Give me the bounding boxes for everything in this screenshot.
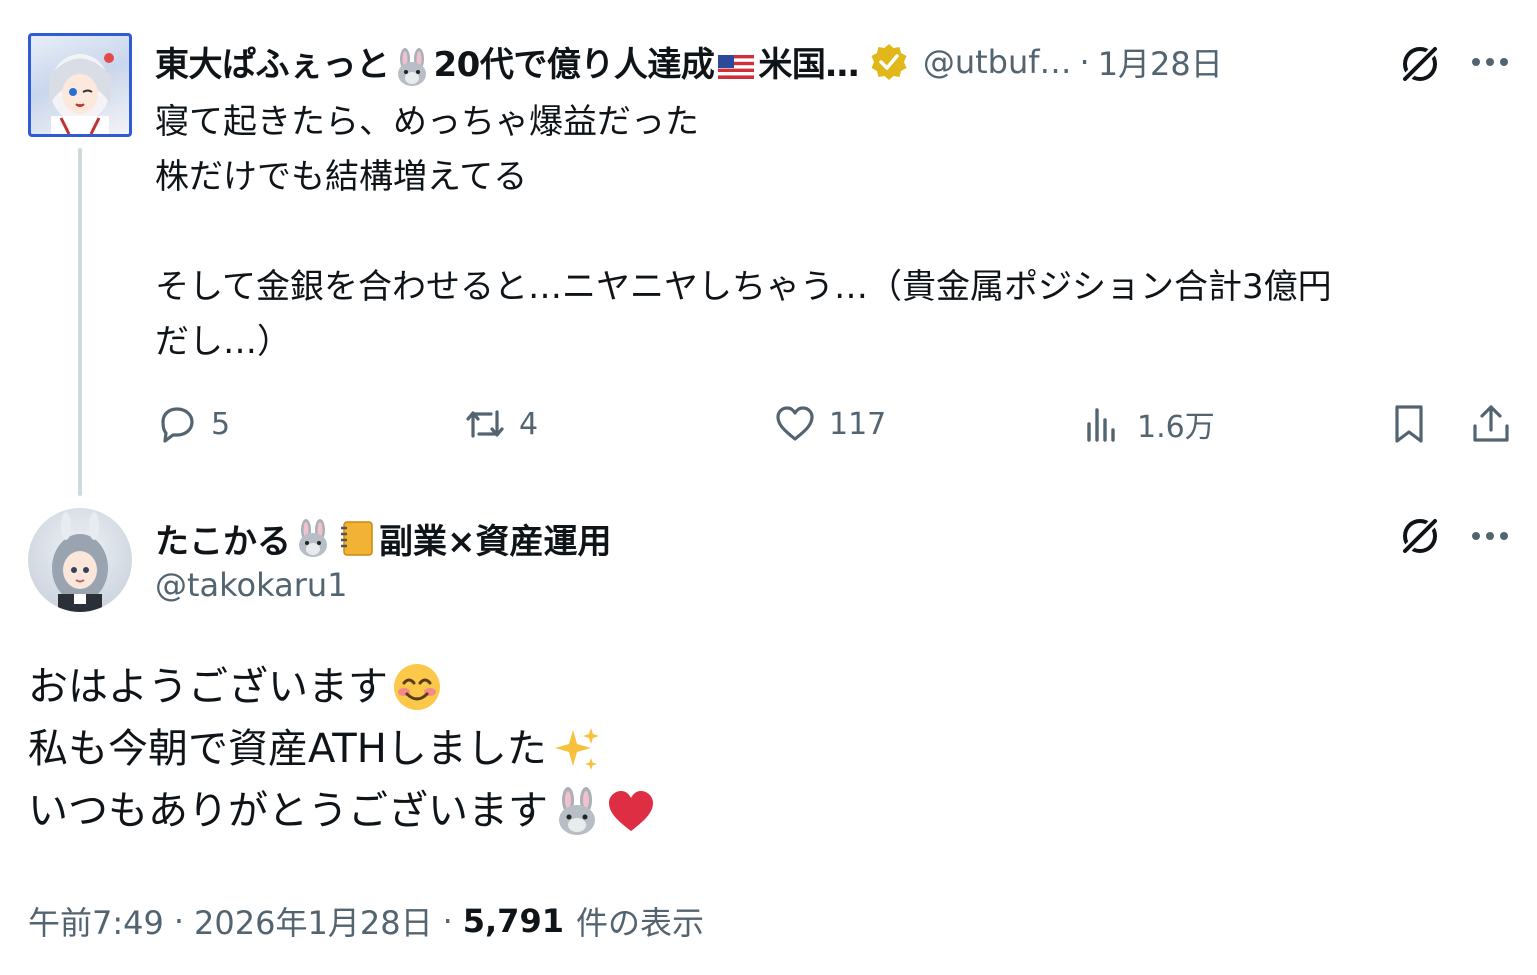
views-action[interactable]: 1.6万 — [1081, 398, 1215, 450]
reply-meta: 午前7:49 · 2026年1月28日 · 5,791 件の表示 — [28, 895, 704, 947]
red-heart-emoji-icon — [609, 791, 653, 831]
like-icon — [776, 406, 814, 441]
parent-header: 東大ぱふぇっと 20代で億り人達成 米国… @utbuf… · 1月28日 — [155, 36, 1515, 88]
more-icon[interactable] — [1468, 514, 1512, 558]
us-flag-emoji-icon — [718, 54, 755, 79]
views-count: 1.6万 — [1137, 410, 1215, 445]
notebook-emoji-icon — [341, 521, 373, 556]
separator-dot: · — [1079, 43, 1090, 81]
anime-avatar-image — [52, 512, 108, 612]
bookmark-action[interactable] — [1387, 398, 1431, 450]
smiling-face-emoji-icon — [394, 664, 440, 710]
separator-dot: · — [442, 902, 453, 940]
reply-line-2: 私も今朝で資産ATHしました — [28, 718, 1508, 780]
reply-display-name[interactable]: たこかる 副業×資産運用 — [155, 512, 612, 564]
repost-action[interactable]: 4 — [463, 398, 538, 450]
reply-top-actions — [1396, 512, 1444, 560]
reply-tweet-text: おはようございます 私も今朝で資産ATHしました いつもありがとうございます — [28, 656, 1508, 842]
share-icon — [1473, 405, 1509, 442]
reply-handle[interactable]: @takokaru1 — [155, 566, 348, 604]
views-label: 件の表示 — [575, 904, 704, 942]
parent-display-name[interactable]: 東大ぱふぇっと 20代で億り人達成 米国… — [155, 37, 859, 87]
post-date[interactable]: 2026年1月28日 — [194, 898, 433, 944]
reply-line-3: いつもありがとうございます — [28, 780, 1508, 842]
rabbit-emoji-icon — [397, 47, 426, 86]
reply-avatar[interactable] — [28, 508, 132, 612]
more-icon[interactable] — [1468, 40, 1512, 84]
verified-badge-icon — [871, 44, 907, 80]
separator-dot: · — [173, 902, 185, 940]
repost-icon — [466, 410, 504, 438]
parent-date[interactable]: 1月28日 — [1098, 39, 1223, 85]
views-icon — [1087, 408, 1115, 442]
share-action[interactable] — [1469, 398, 1513, 450]
thread-line — [78, 148, 82, 496]
reply-count: 5 — [211, 406, 231, 442]
grok-icon[interactable] — [1396, 512, 1444, 560]
parent-top-actions — [1396, 40, 1444, 88]
parent-action-bar: 5 4 117 1.6万 — [155, 398, 1525, 450]
repost-count: 4 — [519, 406, 539, 442]
reply-icon — [161, 407, 194, 443]
rabbit-emoji-icon — [559, 787, 595, 835]
bookmark-icon — [1395, 405, 1423, 443]
parent-avatar[interactable] — [28, 33, 132, 137]
post-time[interactable]: 午前7:49 — [28, 898, 164, 944]
parent-more — [1468, 40, 1512, 84]
reply-more — [1468, 514, 1512, 558]
views-total: 5,791 — [462, 902, 564, 940]
reply-line-1: おはようございます — [28, 656, 1508, 718]
grok-icon[interactable] — [1396, 40, 1444, 88]
parent-handle[interactable]: @utbuf… — [923, 43, 1072, 81]
like-action[interactable]: 117 — [773, 398, 886, 450]
parent-tweet-text: 寝て起きたら、めっちゃ爆益だった 株だけでも結構増えてる そして金銀を合わせると… — [155, 102, 1332, 362]
rabbit-emoji-icon — [299, 519, 327, 557]
like-count: 117 — [829, 406, 887, 442]
reply-action[interactable]: 5 — [155, 398, 230, 450]
anime-avatar-image — [49, 53, 114, 134]
sparkles-emoji-icon — [554, 728, 599, 770]
